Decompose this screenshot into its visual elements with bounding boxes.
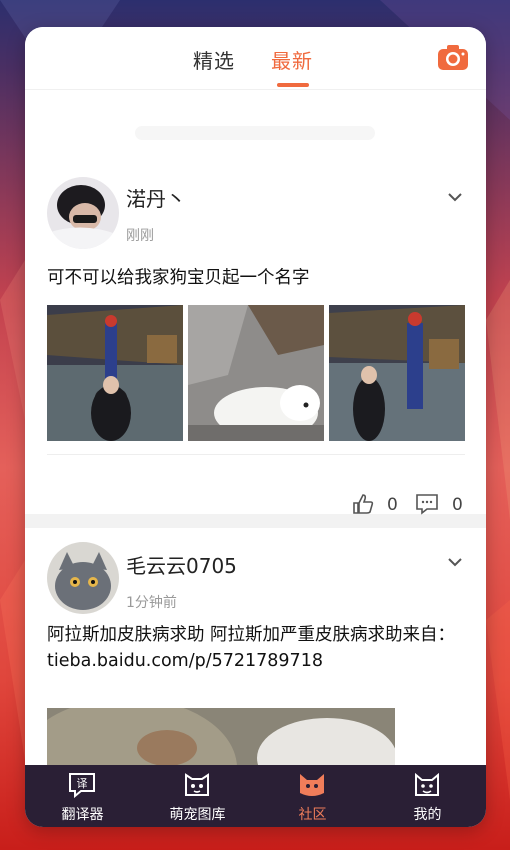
- bottom-navigation: 译 翻译器 萌宠图库 社区 我的: [25, 765, 486, 827]
- nav-label: 我的: [413, 807, 442, 823]
- chevron-down-icon[interactable]: [447, 191, 463, 203]
- tab-featured[interactable]: 精选: [193, 45, 235, 74]
- like-icon[interactable]: [352, 493, 374, 515]
- profile-cat-icon: [415, 772, 439, 796]
- username[interactable]: 毛云云0705: [126, 550, 237, 579]
- nav-community[interactable]: 社区: [255, 765, 370, 827]
- svg-text:译: 译: [77, 777, 88, 790]
- chevron-down-icon[interactable]: [447, 556, 463, 568]
- nav-translator[interactable]: 译 翻译器: [25, 765, 140, 827]
- post-text: 可不可以给我家狗宝贝起一个名字: [47, 268, 310, 288]
- post-image[interactable]: [329, 305, 465, 441]
- avatar[interactable]: [47, 542, 119, 614]
- avatar[interactable]: [47, 177, 119, 249]
- app-card: 精选 最新 渃丹丶 刚刚 可不可以给我家狗宝贝起一个名字 0 0 毛云云0705…: [25, 27, 486, 827]
- nav-label: 社区: [298, 807, 327, 823]
- nav-label: 翻译器: [61, 807, 104, 823]
- post-text: 阿拉斯加皮肤病求助 阿拉斯加严重皮肤病求助来自：tieba.baidu.com/…: [47, 625, 456, 671]
- nav-profile[interactable]: 我的: [370, 765, 485, 827]
- translator-icon: 译: [69, 773, 95, 799]
- post-time: 1分钟前: [126, 595, 177, 611]
- camera-icon[interactable]: [437, 43, 469, 71]
- faded-placeholder: [135, 126, 375, 140]
- post-image[interactable]: [188, 305, 324, 441]
- top-tab-bar: 精选 最新: [25, 27, 486, 89]
- username[interactable]: 渃丹丶: [126, 183, 186, 212]
- post-card[interactable]: 渃丹丶 刚刚 可不可以给我家狗宝贝起一个名字 0 0: [25, 169, 486, 515]
- comment-icon[interactable]: [415, 493, 439, 515]
- community-cat-icon: [300, 774, 324, 796]
- post-image[interactable]: [47, 305, 183, 441]
- pet-gallery-icon: [185, 773, 209, 796]
- like-count: 0: [387, 495, 398, 515]
- post-time: 刚刚: [126, 228, 154, 244]
- post-feed[interactable]: 渃丹丶 刚刚 可不可以给我家狗宝贝起一个名字 0 0 毛云云0705 1分钟前 …: [25, 169, 486, 765]
- active-tab-indicator: [277, 83, 309, 87]
- nav-pet-gallery[interactable]: 萌宠图库: [140, 765, 255, 827]
- post-divider: [47, 454, 465, 455]
- post-card[interactable]: 毛云云0705 1分钟前 阿拉斯加皮肤病求助 阿拉斯加严重皮肤病求助来自：tie…: [25, 528, 486, 765]
- nav-label: 萌宠图库: [169, 807, 226, 823]
- comment-count: 0: [452, 495, 463, 515]
- post-image[interactable]: [47, 708, 395, 765]
- tab-latest[interactable]: 最新: [271, 45, 313, 74]
- header-substrip: [25, 89, 486, 169]
